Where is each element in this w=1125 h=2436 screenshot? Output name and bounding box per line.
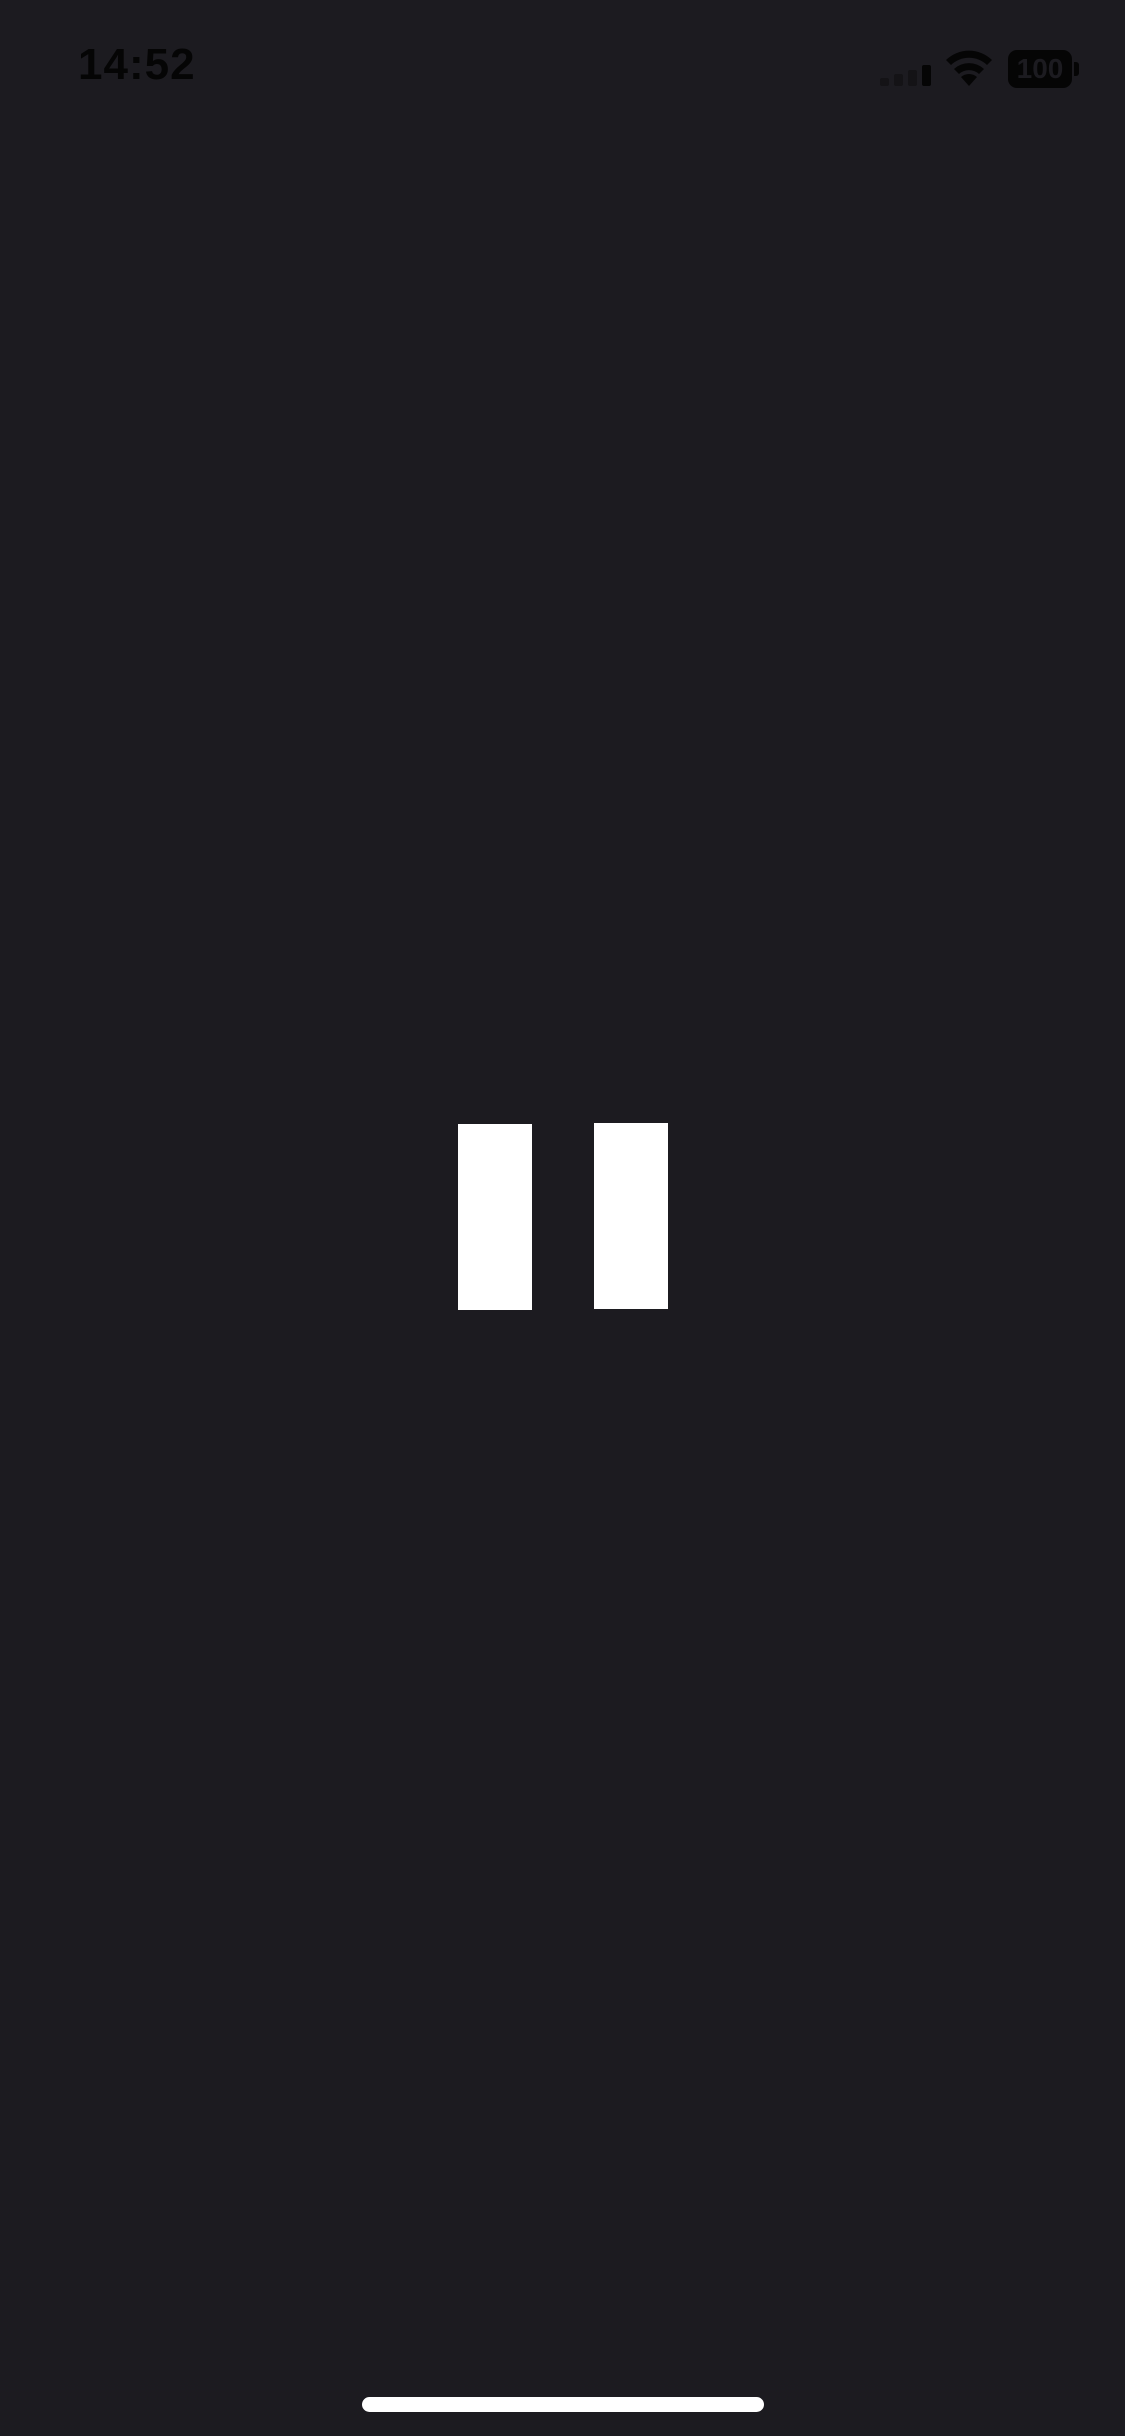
battery-level: 100	[1008, 50, 1072, 88]
signal-bar	[908, 70, 917, 86]
pause-button[interactable]	[455, 1120, 670, 1312]
signal-bar	[922, 65, 931, 86]
battery-cap	[1074, 62, 1079, 76]
app-screen: 14:52 100	[0, 0, 1125, 2436]
wifi-icon	[944, 48, 994, 88]
home-indicator[interactable]	[362, 2397, 764, 2412]
signal-bar	[894, 74, 903, 86]
pause-icon-bar	[594, 1123, 668, 1309]
status-time: 14:52	[78, 40, 196, 89]
status-bar: 14:52 100	[0, 0, 1125, 140]
cellular-signal-icon	[880, 62, 936, 86]
battery-icon: 100	[1008, 50, 1079, 88]
pause-icon	[458, 1124, 532, 1310]
signal-bar	[880, 78, 889, 86]
